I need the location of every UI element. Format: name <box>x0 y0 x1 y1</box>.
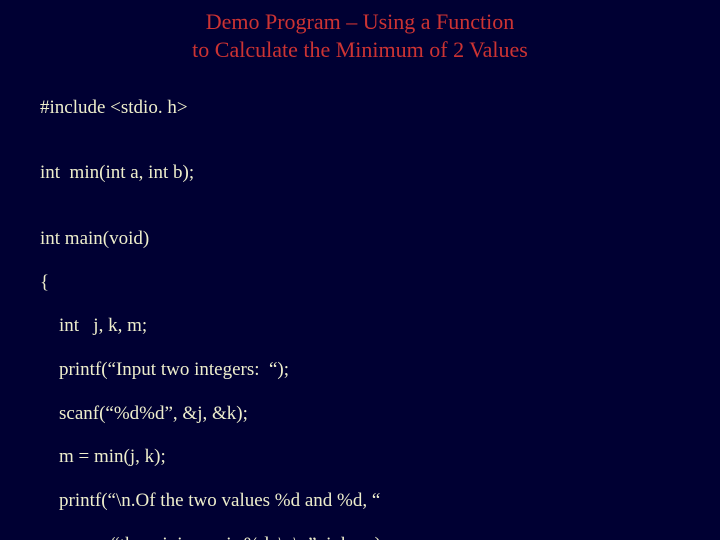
code-line: int j, k, m; <box>40 315 720 337</box>
slide-title: Demo Program – Using a Function to Calcu… <box>0 8 720 63</box>
code-block: #include <stdio. h> int min(int a, int b… <box>0 75 720 540</box>
slide: Demo Program – Using a Function to Calcu… <box>0 0 720 540</box>
code-line: #include <stdio. h> <box>40 97 720 119</box>
title-line-2: to Calculate the Minimum of 2 Values <box>192 37 528 62</box>
code-line: int min(int a, int b); <box>40 162 720 184</box>
code-line: printf(“\n.Of the two values %d and %d, … <box>40 490 720 512</box>
title-line-1: Demo Program – Using a Function <box>206 9 515 34</box>
code-line: m = min(j, k); <box>40 446 720 468</box>
code-line: “the minimum is %d. \n\n”, j, k, m); <box>40 534 720 540</box>
code-line: scanf(“%d%d”, &j, &k); <box>40 403 720 425</box>
code-line: { <box>40 272 720 294</box>
code-line: int main(void) <box>40 228 720 250</box>
code-line: printf(“Input two integers: “); <box>40 359 720 381</box>
